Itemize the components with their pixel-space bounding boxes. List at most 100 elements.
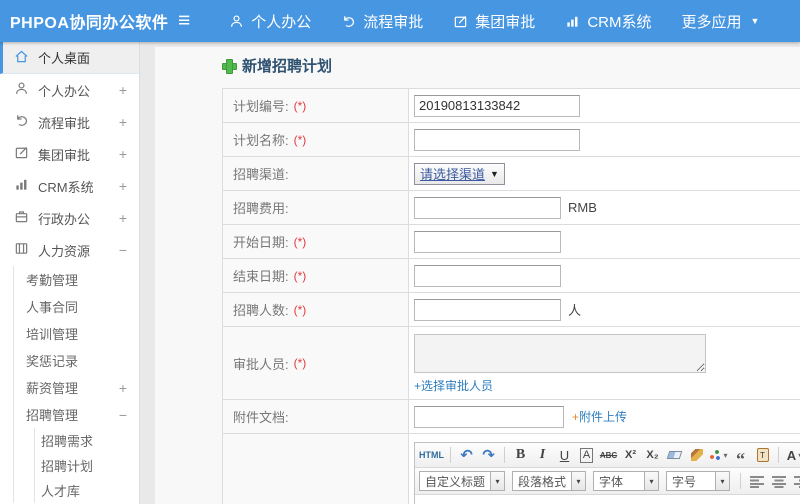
separator <box>740 473 742 489</box>
collapse-icon[interactable]: − <box>119 407 127 423</box>
add-plus-icon <box>222 59 237 74</box>
remove-format-button[interactable] <box>665 445 684 465</box>
form-row-approvers: 审批人员: (*) +选择审批人员 <box>223 327 800 400</box>
top-bar: PHPOA协同办公软件 ≡ 个人办公 流程审批 集团审批 CRM系统 更多应用 … <box>0 0 800 42</box>
field-label: 开始日期: <box>233 235 289 250</box>
plan-number-input[interactable] <box>414 94 580 117</box>
sidebar-item-recruit-plan[interactable]: 招聘计划 <box>35 453 139 478</box>
expand-icon[interactable]: + <box>119 82 127 98</box>
paint-format-button[interactable]: ▾ <box>709 445 728 465</box>
redo-icon[interactable]: ↷ <box>479 445 498 465</box>
sidebar-item-recruit-demand[interactable]: 招聘需求 <box>35 428 139 453</box>
plan-name-input[interactable] <box>414 128 580 151</box>
underline-icon[interactable]: U <box>555 445 574 465</box>
nav-item-crm[interactable]: CRM系统 <box>550 0 666 42</box>
strikethrough-icon[interactable]: ABC <box>599 445 618 465</box>
sidebar-submenu-hr: 考勤管理 人事合同 培训管理 奖惩记录 薪资管理 + 招聘管理 − 招聘需求 招… <box>13 266 139 503</box>
blockquote-icon[interactable]: “ <box>731 445 750 467</box>
form-row-plan-name: 计划名称: (*) <box>223 123 800 157</box>
caret-down-icon: ▾ <box>644 472 659 490</box>
bold-icon[interactable]: B <box>511 445 530 465</box>
sidebar-item-training[interactable]: 培训管理 <box>14 320 139 347</box>
sidebar: 个人桌面 个人办公 + 流程审批 + 集团审批 + CRM系统 + 行政办公 +… <box>0 42 140 504</box>
italic-icon[interactable]: I <box>533 445 552 465</box>
html-source-button[interactable]: HTML <box>419 445 444 465</box>
sidebar-item-hr-contract[interactable]: 人事合同 <box>14 293 139 320</box>
expand-icon[interactable]: + <box>119 178 127 194</box>
separator <box>504 447 505 463</box>
font-family-select[interactable]: 字体 ▾ <box>593 471 660 491</box>
paste-plain-button[interactable]: T <box>753 445 772 465</box>
sidebar-item-recruit-mgmt[interactable]: 招聘管理 − <box>14 401 139 428</box>
align-left-icon[interactable] <box>747 471 766 491</box>
char-border-icon[interactable]: A <box>579 447 594 463</box>
person-icon <box>14 81 29 99</box>
sidebar-item-personal-desktop[interactable]: 个人桌面 <box>0 42 139 74</box>
caret-down-icon: ▾ <box>571 472 586 490</box>
sidebar-item-personal-office[interactable]: 个人办公 + <box>0 74 139 106</box>
sidebar-item-crm[interactable]: CRM系统 + <box>0 170 139 202</box>
channel-select[interactable]: 请选择渠道 ▼ <box>414 162 505 185</box>
nav-item-workflow-approval[interactable]: 流程审批 <box>326 0 438 42</box>
format-brush-button[interactable] <box>687 445 706 465</box>
sidebar-item-workflow-approval[interactable]: 流程审批 + <box>0 106 139 138</box>
collapse-icon[interactable]: − <box>119 242 127 258</box>
menu-icon[interactable]: ≡ <box>178 0 190 42</box>
nav-item-personal-office[interactable]: 个人办公 <box>214 0 326 42</box>
sidebar-item-salary[interactable]: 薪资管理 + <box>14 374 139 401</box>
home-icon <box>14 49 29 67</box>
field-label: 招聘人数: <box>233 303 289 318</box>
end-date-input[interactable] <box>414 264 561 287</box>
font-size-select[interactable]: 字号 ▾ <box>666 471 731 491</box>
font-color-button[interactable]: A▾ <box>785 445 800 465</box>
superscript-icon[interactable]: X² <box>621 445 640 465</box>
field-label: 结束日期: <box>233 269 289 284</box>
unit-suffix: 人 <box>568 303 582 318</box>
field-label: 招聘渠道: <box>233 167 289 182</box>
sidebar-item-human-resources[interactable]: 人力资源 − <box>0 234 139 266</box>
field-label: 招聘费用: <box>233 201 289 216</box>
rich-text-editor: HTML ↶ ↷ B I U A ABC X² X₂ ▾ “ T A 自定义标题… <box>414 442 800 504</box>
custom-title-select[interactable]: 自定义标题 ▾ <box>419 471 506 491</box>
sidebar-item-attendance[interactable]: 考勤管理 <box>14 266 139 293</box>
required-mark: (*) <box>293 268 307 283</box>
form-row-plan-number: 计划编号: (*) <box>223 89 800 123</box>
nav-item-more-apps[interactable]: 更多应用 ▼ <box>666 0 774 42</box>
form-row-editor: HTML ↶ ↷ B I U A ABC X² X₂ ▾ “ T A 自定义标题… <box>223 434 800 504</box>
caret-down-icon: ▼ <box>490 168 499 179</box>
process-icon <box>341 14 356 29</box>
undo-icon[interactable]: ↶ <box>457 445 476 465</box>
required-mark: (*) <box>293 132 307 147</box>
cost-input[interactable] <box>414 196 561 219</box>
approvers-textarea[interactable] <box>414 334 706 373</box>
attachment-input[interactable] <box>414 405 564 428</box>
caret-down-icon: ▾ <box>723 450 728 460</box>
required-mark: (*) <box>293 356 307 370</box>
editor-content-area[interactable] <box>415 495 800 504</box>
upload-attachment-link[interactable]: +附件上传 <box>572 408 627 425</box>
editor-toolbar-row1: HTML ↶ ↷ B I U A ABC X² X₂ ▾ “ T A <box>415 443 800 468</box>
paragraph-format-select[interactable]: 段落格式 ▾ <box>512 471 587 491</box>
hr-icon <box>14 241 29 259</box>
sidebar-item-reward-punishment[interactable]: 奖惩记录 <box>14 347 139 374</box>
chart-icon <box>565 14 580 29</box>
sidebar-item-group-approval[interactable]: 集团审批 + <box>0 138 139 170</box>
expand-icon[interactable]: + <box>119 380 127 396</box>
font-color-icon: A <box>786 447 797 463</box>
sidebar-submenu-recruit: 招聘需求 招聘计划 人才库 <box>34 428 139 503</box>
expand-icon[interactable]: + <box>119 146 127 162</box>
subscript-icon[interactable]: X₂ <box>643 445 662 465</box>
sidebar-item-admin-office[interactable]: 行政办公 + <box>0 202 139 234</box>
sidebar-item-talent-pool[interactable]: 人才库 <box>35 478 139 503</box>
separator <box>450 447 451 463</box>
align-center-icon[interactable] <box>769 471 788 491</box>
expand-icon[interactable]: + <box>119 114 127 130</box>
start-date-input[interactable] <box>414 230 561 253</box>
headcount-input[interactable] <box>414 298 561 321</box>
align-right-icon[interactable] <box>791 471 800 491</box>
nav-item-group-approval[interactable]: 集团审批 <box>438 0 550 42</box>
expand-icon[interactable]: + <box>119 210 127 226</box>
eraser-icon <box>666 451 683 459</box>
select-approvers-link[interactable]: +选择审批人员 <box>414 377 493 394</box>
field-label: 附件文档: <box>233 410 289 425</box>
